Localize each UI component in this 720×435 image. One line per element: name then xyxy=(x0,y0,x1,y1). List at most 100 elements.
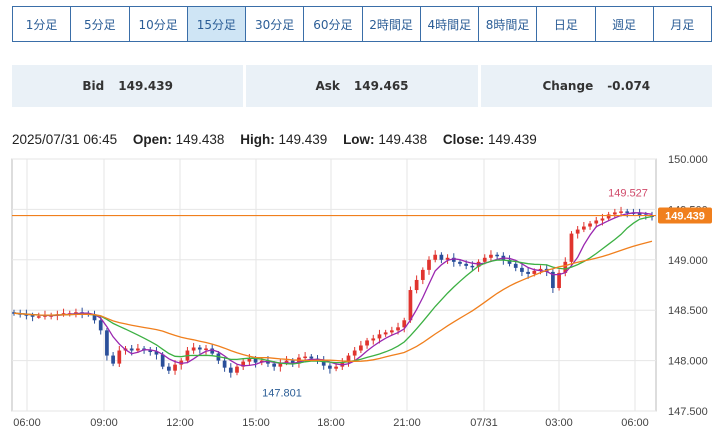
x-tick-label: 03:00 xyxy=(545,417,573,429)
candle-body xyxy=(98,320,103,331)
candle-body xyxy=(235,366,239,373)
y-tick-label: 147.500 xyxy=(668,406,708,418)
candle-body xyxy=(222,360,227,368)
ask-value: 149.465 xyxy=(353,79,409,93)
candle-body xyxy=(619,211,623,213)
candle-body xyxy=(612,212,617,215)
x-tick-label: 06:00 xyxy=(621,417,649,429)
candle-body xyxy=(352,350,357,356)
ohlc-readout: 2025/07/31 06:45 Open: 149.438 High: 149… xyxy=(12,132,537,147)
candle-body xyxy=(526,271,530,274)
quote-bar: Bid 149.439 Ask 149.465 Change -0.074 xyxy=(12,65,712,107)
candle-body xyxy=(173,364,177,371)
candle-body xyxy=(328,365,332,369)
candle-body xyxy=(458,261,462,264)
tab-6[interactable]: 2時間足 xyxy=(363,7,421,41)
current-price-label: 149.439 xyxy=(665,211,705,223)
candle-body xyxy=(420,269,425,280)
open-value: 149.438 xyxy=(175,132,225,147)
tab-8[interactable]: 8時間足 xyxy=(479,7,538,41)
x-tick-label: 18:00 xyxy=(317,417,345,429)
candle-body xyxy=(582,226,586,230)
candle-body xyxy=(36,316,41,318)
open-label: Open: xyxy=(132,132,172,147)
x-tick-label: 09:00 xyxy=(90,417,118,429)
candle-body xyxy=(575,229,580,234)
x-tick-label: 07/31 xyxy=(470,417,498,429)
ohlc-datetime: 2025/07/31 06:45 xyxy=(12,132,118,147)
low-annotation: 147.801 xyxy=(262,388,302,400)
candle-body xyxy=(129,348,134,351)
timeframe-tabs: 1分足 5分足 10分足 15分足 30分足 60分足 2時間足 4時間足 8時間足 日足 週足 月足 xyxy=(12,6,712,42)
candle-body xyxy=(191,347,196,351)
low-value: 149.438 xyxy=(378,132,428,147)
y-tick-label: 148.000 xyxy=(668,356,708,368)
candle-body xyxy=(365,340,369,346)
candle-body xyxy=(414,279,419,291)
candle-body xyxy=(594,220,599,224)
candlestick-chart[interactable]: 150.000149.500149.000148.500148.000147.5… xyxy=(0,150,720,435)
candle-body xyxy=(637,213,642,215)
candle-body xyxy=(396,327,400,331)
candle-body xyxy=(371,338,376,341)
candle-body xyxy=(377,334,382,339)
x-tick-label: 12:00 xyxy=(166,417,194,429)
bid-value: 149.439 xyxy=(118,79,173,93)
tab-0[interactable]: 1分足 xyxy=(13,7,72,41)
tab-9[interactable]: 日足 xyxy=(537,7,596,41)
change-box: Change -0.074 xyxy=(480,65,712,107)
tab-11[interactable]: 月足 xyxy=(654,7,711,41)
candle-body xyxy=(136,348,140,351)
candle-body xyxy=(105,330,109,356)
high-annotation: 149.527 xyxy=(608,188,648,200)
candle-body xyxy=(228,367,233,373)
x-tick-label: 15:00 xyxy=(242,417,270,429)
candle-body xyxy=(197,347,202,350)
ask-box: Ask 149.465 xyxy=(246,65,478,107)
candle-body xyxy=(408,290,413,321)
tab-4[interactable]: 30分足 xyxy=(246,7,305,41)
candle-body xyxy=(111,355,115,364)
candle-body xyxy=(309,356,314,359)
bid-box: Bid 149.439 xyxy=(12,65,244,107)
tab-7[interactable]: 4時間足 xyxy=(421,7,479,41)
tab-1[interactable]: 5分足 xyxy=(71,7,130,41)
candle-body xyxy=(625,211,630,213)
candle-body xyxy=(489,254,493,258)
candle-body xyxy=(588,223,592,227)
candle-body xyxy=(439,254,444,260)
candle-body xyxy=(253,358,258,363)
change-label: Change xyxy=(542,79,594,93)
high-label: High: xyxy=(240,132,275,147)
ask-label: Ask xyxy=(315,79,340,93)
candle-body xyxy=(166,366,171,371)
change-value: -0.074 xyxy=(607,79,651,93)
candle-body xyxy=(272,363,277,367)
candle-body xyxy=(495,254,500,257)
tab-3[interactable]: 15分足 xyxy=(187,7,246,41)
close-value: 149.439 xyxy=(487,132,537,147)
candle-body xyxy=(247,358,252,362)
tab-10[interactable]: 週足 xyxy=(596,7,654,41)
candle-body xyxy=(160,354,165,367)
candle-body xyxy=(427,259,431,270)
candle-body xyxy=(30,315,35,317)
candle-body xyxy=(433,254,438,260)
candle-body xyxy=(117,350,122,364)
candle-body xyxy=(520,267,524,272)
candle-body xyxy=(482,257,487,262)
low-label: Low: xyxy=(343,132,375,147)
high-value: 149.439 xyxy=(278,132,328,147)
candle-body xyxy=(569,233,574,262)
bid-label: Bid xyxy=(82,79,105,93)
y-tick-label: 149.000 xyxy=(668,255,708,267)
y-tick-label: 148.500 xyxy=(668,305,708,317)
y-tick-label: 150.000 xyxy=(668,154,708,166)
tab-2[interactable]: 10分足 xyxy=(130,7,188,41)
candle-body xyxy=(470,265,475,268)
candle-body xyxy=(334,366,338,369)
tab-5[interactable]: 60分足 xyxy=(304,7,363,41)
candle-body xyxy=(464,263,469,266)
candle-body xyxy=(532,270,537,274)
x-tick-label: 21:00 xyxy=(393,417,421,429)
